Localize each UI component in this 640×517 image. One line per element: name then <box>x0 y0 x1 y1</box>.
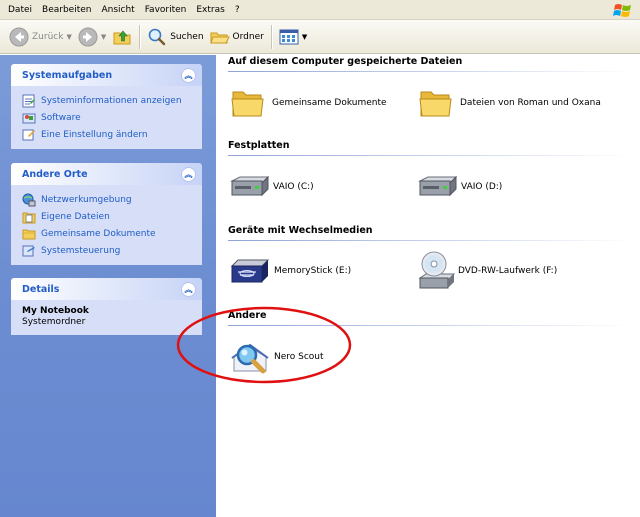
collapse-icon[interactable]: ︽ <box>181 67 196 83</box>
system-tasks-header[interactable]: Systemaufgaben ︽ <box>11 64 202 86</box>
chevron-down-icon[interactable]: ▼ <box>302 33 307 41</box>
menu-bearbeiten[interactable]: Bearbeiten <box>37 0 96 20</box>
search-icon <box>148 28 166 45</box>
group-divider <box>228 325 634 326</box>
software-icon <box>22 113 36 123</box>
system-info-icon <box>22 94 35 107</box>
my-documents-icon <box>22 212 36 223</box>
folder-icon <box>231 91 264 117</box>
item-memorystick[interactable]: MemoryStick (E:) <box>230 258 351 284</box>
windows-logo-icon <box>613 4 631 17</box>
group-header: Festplatten <box>228 140 290 151</box>
nero-scout-icon <box>231 343 269 374</box>
details-panel: Details ︽ My Notebook Systemordner <box>11 278 202 335</box>
back-button[interactable]: Zurück ▼ <box>6 24 75 50</box>
task-system-info[interactable]: Systeminformationen anzeigen <box>22 92 202 109</box>
forward-button[interactable]: ▼ <box>75 24 109 50</box>
details-header[interactable]: Details ︽ <box>11 278 202 300</box>
place-my-documents[interactable]: Eigene Dateien <box>22 208 202 225</box>
group-header: Andere <box>228 310 267 321</box>
task-pane: Systemaufgaben ︽ Systeminformationen anz… <box>0 55 216 517</box>
view-button[interactable]: ▼ <box>276 24 310 50</box>
chevron-down-icon[interactable]: ▼ <box>66 33 71 41</box>
place-network[interactable]: Netzwerkumgebung <box>22 191 202 208</box>
item-dvd-drive[interactable]: DVD-RW-Laufwerk (F:) <box>416 250 557 292</box>
item-nero-scout[interactable]: Nero Scout <box>230 337 324 377</box>
back-arrow-icon <box>9 27 29 46</box>
toolbar: Zurück ▼ ▼ Suchen Ordner ▼ <box>0 20 640 54</box>
item-drive-c[interactable]: VAIO (C:) <box>228 175 314 199</box>
folder-icon <box>22 229 36 239</box>
toolbar-separator <box>270 24 272 49</box>
group-divider <box>228 71 634 72</box>
item-drive-d[interactable]: VAIO (D:) <box>416 175 502 199</box>
menu-extras[interactable]: Extras <box>191 0 229 20</box>
group-header: Auf diesem Computer gespeicherte Dateien <box>228 56 463 67</box>
folder-up-icon <box>113 30 131 44</box>
place-control-panel[interactable]: Systemsteuerung <box>22 242 202 259</box>
menu-datei[interactable]: Datei <box>3 0 37 20</box>
other-places-panel: Andere Orte ︽ Netzwerkumgebung Eigene Da… <box>11 163 202 265</box>
content-area: Auf diesem Computer gespeicherte Dateien… <box>216 55 640 517</box>
settings-icon <box>22 129 35 140</box>
item-shared-documents[interactable]: Gemeinsame Dokumente <box>230 86 387 120</box>
system-tasks-panel: Systemaufgaben ︽ Systeminformationen anz… <box>11 64 202 149</box>
folders-icon <box>209 32 230 43</box>
other-places-header[interactable]: Andere Orte ︽ <box>11 163 202 185</box>
up-button[interactable] <box>109 24 135 50</box>
group-hard-disks: Festplatten <box>228 140 634 156</box>
search-button[interactable]: Suchen <box>144 24 206 50</box>
other-places-body: Netzwerkumgebung Eigene Dateien Gemeinsa… <box>11 185 202 265</box>
group-divider <box>228 240 634 241</box>
group-other: Andere <box>228 310 634 326</box>
menu-help[interactable]: ? <box>230 0 245 20</box>
group-removable: Geräte mit Wechselmedien <box>228 225 634 241</box>
collapse-icon[interactable]: ︽ <box>181 281 196 297</box>
folders-button[interactable]: Ordner <box>207 24 267 50</box>
menu-bar: Datei Bearbeiten Ansicht Favoriten Extra… <box>0 0 640 20</box>
memorystick-icon <box>230 259 270 283</box>
toolbar-separator <box>139 24 141 49</box>
hard-drive-icon <box>230 175 270 197</box>
menu-ansicht[interactable]: Ansicht <box>96 0 139 20</box>
view-icon <box>279 29 299 44</box>
dvd-drive-icon <box>418 251 456 289</box>
chevron-down-icon[interactable]: ▼ <box>101 33 106 41</box>
menu-favoriten[interactable]: Favoriten <box>140 0 192 20</box>
task-software[interactable]: Software <box>22 109 202 126</box>
group-divider <box>228 155 634 156</box>
network-icon <box>22 193 36 206</box>
collapse-icon[interactable]: ︽ <box>181 166 196 182</box>
system-tasks-body: Systeminformationen anzeigen Software Ei… <box>11 86 202 149</box>
control-panel-icon <box>22 245 35 256</box>
item-user-files[interactable]: Dateien von Roman und Oxana <box>418 86 601 120</box>
forward-arrow-icon <box>78 27 98 46</box>
task-change-setting[interactable]: Eine Einstellung ändern <box>22 126 202 143</box>
hard-drive-icon <box>418 175 458 197</box>
group-header: Geräte mit Wechselmedien <box>228 225 373 236</box>
details-name: My Notebook <box>22 306 89 316</box>
group-stored-files: Auf diesem Computer gespeicherte Dateien <box>228 56 634 72</box>
place-shared-documents[interactable]: Gemeinsame Dokumente <box>22 225 202 242</box>
details-type: Systemordner <box>22 317 86 327</box>
details-body: My Notebook Systemordner <box>11 300 202 335</box>
folder-icon <box>419 91 452 117</box>
